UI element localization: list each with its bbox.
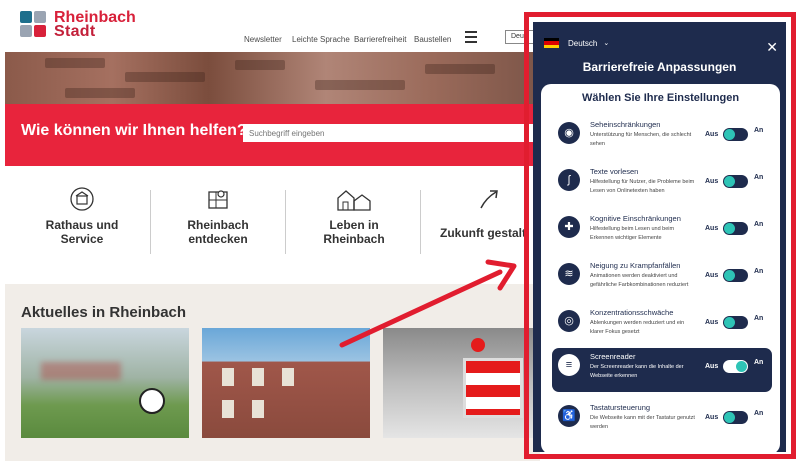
toggle-switch[interactable]	[723, 222, 748, 235]
eye-icon: ◉	[558, 122, 580, 144]
town-hall-icon	[70, 187, 94, 211]
option-desc: Animationen werden deaktiviert und gefäh…	[590, 273, 689, 288]
panel-language-select[interactable]: Deutsch ⌄	[544, 38, 609, 48]
off-label: Aus	[705, 319, 719, 326]
off-label: Aus	[705, 225, 719, 232]
option-desc: Die Webseite kann mit der Tastatur genut…	[590, 415, 695, 430]
option-texte-vorlesen[interactable]: ʃ Texte vorlesen Hilfestellung für Nutze…	[541, 163, 780, 207]
news-section: Aktuelles in Rheinbach	[5, 284, 540, 461]
option-desc: Hilfestellung für Nutzer, die Probleme b…	[590, 179, 695, 194]
houses-icon	[337, 190, 371, 211]
arrow-up-icon	[480, 190, 498, 209]
close-icon[interactable]: ✕	[766, 40, 778, 54]
focus-icon: ◎	[558, 310, 580, 332]
option-name: Seheinschränkungen	[590, 120, 661, 129]
panel-title: Barrierefreie Anpassungen	[582, 60, 737, 74]
off-label: Aus	[705, 131, 719, 138]
option-name: Tastatursteuerung	[590, 403, 651, 412]
seizure-icon: ≋	[558, 263, 580, 285]
toggle-switch[interactable]	[723, 175, 748, 188]
on-label: An	[754, 268, 764, 275]
option-desc: Ablenkungen werden reduziert und ein kla…	[590, 320, 685, 335]
option-seheinschraenkungen[interactable]: ◉ Seheinschränkungen Unterstützung für M…	[541, 116, 780, 160]
site-logo[interactable]: Rheinbach Stadt	[20, 10, 136, 40]
divider	[285, 190, 286, 254]
news-image-roadwork[interactable]	[383, 328, 533, 438]
service-label: Rheinbach entdecken	[187, 218, 249, 246]
wheelchair-icon: ♿	[558, 405, 580, 427]
service-entdecken[interactable]: Rheinbach entdecken	[178, 186, 258, 246]
off-label: Aus	[705, 363, 719, 370]
option-kognitive[interactable]: ✚ Kognitive Einschränkungen Hilfestellun…	[541, 210, 780, 254]
option-name: Kognitive Einschränkungen	[590, 214, 681, 223]
on-label: An	[754, 410, 764, 417]
search-heading: Wie können wir Ihnen helfen?	[21, 122, 247, 139]
page-root: Rheinbach Stadt Newsletter Leichte Sprac…	[0, 0, 800, 461]
german-flag-icon	[544, 38, 559, 48]
on-label: An	[754, 221, 764, 228]
news-image-building[interactable]	[202, 328, 370, 438]
option-name: Konzentrationsschwäche	[590, 308, 674, 317]
off-label: Aus	[705, 178, 719, 185]
chevron-down-icon: ⌄	[603, 40, 610, 47]
off-label: Aus	[705, 272, 719, 279]
toggle-switch[interactable]	[723, 316, 748, 329]
logo-line2: Stadt	[54, 23, 96, 40]
option-name: Texte vorlesen	[590, 167, 639, 176]
on-label: An	[754, 359, 764, 366]
hero-image	[5, 52, 540, 104]
on-label: An	[754, 315, 764, 322]
toggle-switch[interactable]	[723, 360, 748, 373]
option-screenreader[interactable]: ≡ Screenreader Der Screenreader kann die…	[552, 348, 772, 392]
settings-card: Wählen Sie Ihre Einstellungen ◉ Seheinsc…	[541, 84, 780, 452]
nav-newsletter[interactable]: Newsletter	[244, 35, 282, 44]
ear-icon: ʃ	[558, 169, 580, 191]
option-tastatur[interactable]: ♿ Tastatursteuerung Die Webseite kann mi…	[541, 399, 780, 443]
option-desc: Der Screenreader kann die Inhalte der We…	[590, 364, 684, 379]
option-name: Screenreader	[590, 352, 636, 361]
service-leben[interactable]: Leben in Rheinbach	[312, 186, 396, 246]
service-zukunft[interactable]: Zukunft gestalt	[440, 186, 536, 240]
option-name: Neigung zu Krampfanfällen	[590, 261, 681, 270]
toggle-switch[interactable]	[723, 269, 748, 282]
option-desc: Unterstützung für Menschen, die schlecht…	[590, 132, 692, 147]
divider	[150, 190, 151, 254]
logo-mark-icon	[20, 11, 48, 39]
search-input[interactable]	[243, 124, 533, 142]
panel-language-label: Deutsch	[568, 38, 598, 48]
toggle-switch[interactable]	[723, 128, 748, 141]
service-rathaus[interactable]: Rathaus und Service	[40, 186, 124, 246]
nav-barrierefreiheit[interactable]: Barrierefreiheit	[354, 35, 406, 44]
nav-baustellen[interactable]: Baustellen	[414, 35, 451, 44]
screenreader-icon: ≡	[558, 354, 580, 376]
option-desc: Hilfestellung beim Lesen und beim Erkenn…	[590, 226, 675, 241]
option-krampfanfaelle[interactable]: ≋ Neigung zu Krampfanfällen Animationen …	[541, 257, 780, 301]
nav-leichte-sprache[interactable]: Leichte Sprache	[292, 35, 350, 44]
settings-heading: Wählen Sie Ihre Einstellungen	[581, 92, 740, 104]
toggle-switch[interactable]	[723, 411, 748, 424]
accessibility-panel: Deutsch ⌄ ✕ Barrierefreie Anpassungen Wä…	[533, 22, 786, 452]
puzzle-icon: ✚	[558, 216, 580, 238]
on-label: An	[754, 127, 764, 134]
divider	[420, 190, 421, 254]
map-icon	[208, 190, 228, 209]
service-label: Rathaus und Service	[45, 218, 119, 246]
news-image-football[interactable]	[21, 328, 189, 438]
site-header: Rheinbach Stadt Newsletter Leichte Sprac…	[0, 0, 540, 52]
on-label: An	[754, 174, 764, 181]
option-konzentration[interactable]: ◎ Konzentrationsschwäche Ablenkungen wer…	[541, 304, 780, 348]
news-heading: Aktuelles in Rheinbach	[21, 304, 187, 321]
search-section: Wie können wir Ihnen helfen?	[5, 104, 540, 166]
menu-icon[interactable]	[465, 31, 477, 46]
off-label: Aus	[705, 414, 719, 421]
service-label: Leben in Rheinbach	[323, 218, 385, 246]
service-label: Zukunft gestalt	[440, 226, 526, 240]
